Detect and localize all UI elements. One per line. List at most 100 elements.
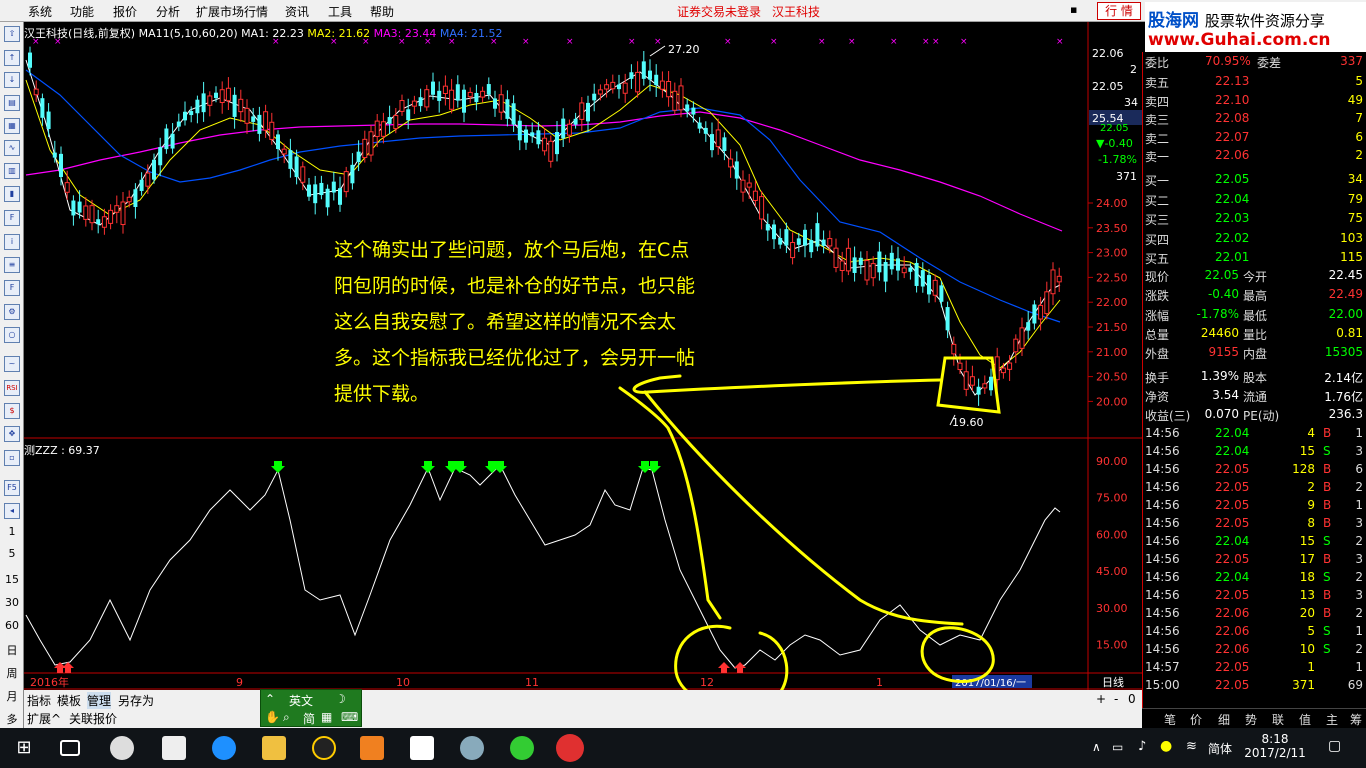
stock-app-icon[interactable] (556, 734, 584, 762)
toolbar-f12-icon[interactable]: F (4, 280, 20, 296)
ask-row[interactable]: 卖三 22.08 7 (1143, 109, 1365, 128)
edge-icon[interactable] (212, 736, 236, 760)
notification-icon[interactable]: ▢ (1328, 738, 1341, 754)
toolbar-down-arrow-icon[interactable]: ↓ (4, 72, 20, 88)
battery-icon[interactable]: ▭ (1112, 740, 1123, 754)
menu-quote[interactable]: 报价 (113, 3, 137, 20)
bid-row[interactable]: 买二 22.04 79 (1143, 190, 1365, 209)
period-day[interactable]: 日 (3, 642, 21, 658)
browser-360-icon[interactable] (510, 736, 534, 760)
toolbar-money-icon[interactable]: $ (4, 403, 20, 419)
ime-expand-icon[interactable]: ⌃ (265, 692, 275, 706)
tab-template[interactable]: 模板 (57, 692, 81, 709)
ime-mode[interactable]: 简 (303, 710, 315, 727)
toolbar-up-icon[interactable]: ⇧ (4, 26, 20, 42)
menu-extended-market[interactable]: 扩展市场行情 (196, 3, 268, 20)
rp-tab-3[interactable]: 势 (1245, 711, 1257, 728)
period-30min[interactable]: 30 (3, 596, 21, 609)
rp-tab-4[interactable]: 联 (1272, 711, 1284, 728)
menu-help[interactable]: 帮助 (370, 3, 394, 20)
toolbar-wave-icon[interactable]: ~ (4, 356, 20, 372)
bid-row[interactable]: 买一 22.05 34 (1143, 170, 1365, 189)
bid-row[interactable]: 买四 22.02 103 (1143, 229, 1365, 248)
zoom-in-button[interactable]: + (1096, 692, 1106, 706)
ask-row[interactable]: 卖一 22.06 2 (1143, 146, 1365, 165)
login-status[interactable]: 证券交易未登录 (677, 3, 761, 20)
stat-row[interactable]: 净资 3.54 流通 1.76亿 (1143, 386, 1365, 405)
ask-row[interactable]: 卖五 22.13 5 (1143, 72, 1365, 91)
qq-icon[interactable] (312, 736, 336, 760)
ime-keyboard-icon[interactable]: ⌨ (341, 710, 358, 724)
period-60min[interactable]: 60 (3, 619, 21, 632)
toolbar-report-icon[interactable]: ▤ (4, 95, 20, 111)
rp-tab-2[interactable]: 细 (1218, 711, 1230, 728)
ask-row[interactable]: 卖四 22.10 49 (1143, 91, 1365, 110)
windows-start-icon[interactable]: ⊞ (12, 736, 36, 760)
rp-tab-1[interactable]: 价 (1190, 711, 1202, 728)
ime-tray-label[interactable]: 简体 (1208, 740, 1232, 757)
tab-extend[interactable]: 扩展^ (27, 710, 61, 727)
tab-save-as[interactable]: 另存为 (118, 692, 154, 709)
toolbar-f10-icon[interactable]: F (4, 210, 20, 226)
toolbar-grid-icon[interactable]: ▦ (4, 118, 20, 134)
zoom-reset-button[interactable]: 0 (1128, 692, 1136, 706)
toolbar-rsi-icon[interactable]: RSI (4, 380, 20, 396)
toolbar-settings-icon[interactable]: ⚙ (4, 304, 20, 320)
tray-up-icon[interactable]: ∧ (1092, 740, 1101, 754)
stat-row[interactable]: 涨幅 -1.78% 最低 22.00 (1143, 305, 1365, 324)
ime-search-icon[interactable]: ⌕ (283, 710, 290, 725)
toolbar-line-chart-icon[interactable]: ∿ (4, 140, 20, 156)
toolbar-doc-icon[interactable]: ≡ (4, 257, 20, 273)
explorer-icon[interactable] (262, 736, 286, 760)
toolbar-circle-icon[interactable]: ○ (4, 327, 20, 343)
rp-tab-0[interactable]: 笔 (1164, 711, 1176, 728)
wifi-icon[interactable]: ≋ (1186, 739, 1197, 754)
period-week[interactable]: 周 (3, 665, 21, 681)
toolbar-back-icon[interactable]: ◂ (4, 503, 20, 519)
volume-icon[interactable]: ♪ (1138, 739, 1146, 754)
tab-indicator[interactable]: 指标 (27, 692, 51, 709)
toolbar-move-icon[interactable]: ✥ (4, 426, 20, 442)
period-5min[interactable]: 5 (3, 547, 21, 560)
quote-button[interactable]: 行 情 (1097, 2, 1141, 20)
app-icon-1[interactable] (110, 736, 134, 760)
ime-lang[interactable]: 英文 (289, 692, 313, 709)
minimize-icon[interactable]: ▪ (1070, 3, 1077, 16)
paint-icon[interactable] (460, 736, 484, 760)
store-icon[interactable] (162, 736, 186, 760)
ime-grid-icon[interactable]: ▦ (321, 710, 332, 724)
stat-row[interactable]: 现价 22.05 今开 22.45 (1143, 266, 1365, 285)
stat-row[interactable]: 外盘 9155 内盘 15305 (1143, 343, 1365, 362)
rp-tab-6[interactable]: 主 (1326, 711, 1338, 728)
menu-tools[interactable]: 工具 (328, 3, 352, 20)
bid-row[interactable]: 买三 22.03 75 (1143, 209, 1365, 228)
tab-manage[interactable]: 管理 (87, 692, 112, 709)
rp-tab-7[interactable]: 筹 (1350, 711, 1362, 728)
menu-news[interactable]: 资讯 (285, 3, 309, 20)
ime-hand-icon[interactable]: ✋ (265, 710, 280, 724)
period-month[interactable]: 月 (3, 688, 21, 704)
menu-system[interactable]: 系统 (28, 3, 52, 20)
period-multi[interactable]: 多 (3, 711, 21, 727)
toolbar-kline-icon[interactable]: ▥ (4, 163, 20, 179)
stat-row[interactable]: 总量 24460 量比 0.81 (1143, 324, 1365, 343)
menu-function[interactable]: 功能 (70, 3, 94, 20)
task-view-icon[interactable] (60, 740, 80, 756)
toolbar-bar-icon[interactable]: ▮ (4, 186, 20, 202)
ime-toolbar[interactable]: ⌃ 英文 ☽ ✋ ⌕ 简 ▦ ⌨ (260, 689, 362, 727)
rp-tab-5[interactable]: 值 (1299, 711, 1311, 728)
zoom-out-button[interactable]: - (1114, 692, 1118, 706)
stat-row[interactable]: 收益(三) 0.070 PE(动) 236.3 (1143, 405, 1365, 424)
document-icon[interactable] (410, 736, 434, 760)
bid-row[interactable]: 买五 22.01 115 (1143, 248, 1365, 267)
toolbar-zoom-icon[interactable]: ▫ (4, 450, 20, 466)
toolbar-info-icon[interactable]: i (4, 234, 20, 250)
ime-moon-icon[interactable]: ☽ (335, 692, 346, 706)
ask-row[interactable]: 卖二 22.07 6 (1143, 128, 1365, 147)
toolbar-up-arrow-icon[interactable]: ↑ (4, 50, 20, 66)
stat-row[interactable]: 涨跌 -0.40 最高 22.49 (1143, 285, 1365, 304)
period-15min[interactable]: 15 (3, 573, 21, 586)
menu-analysis[interactable]: 分析 (156, 3, 180, 20)
toolbar-f5-icon[interactable]: F5 (4, 480, 20, 496)
taskbar-clock[interactable]: 8:18 2017/2/11 (1240, 732, 1310, 760)
